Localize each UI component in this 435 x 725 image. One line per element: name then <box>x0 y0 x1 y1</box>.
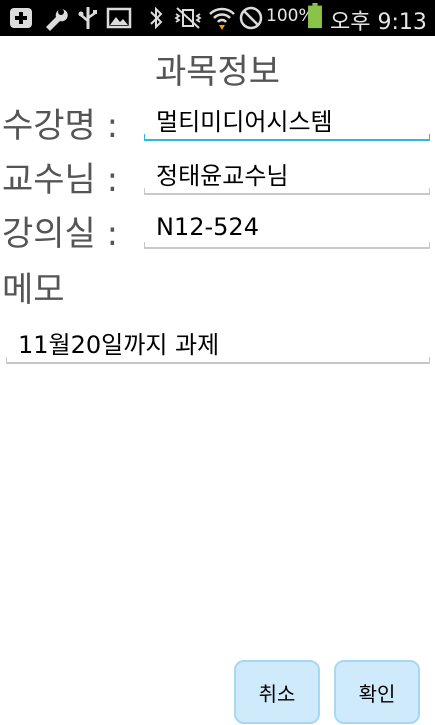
memo-label: 메모 <box>2 270 65 310</box>
professor-label: 교수님 : <box>2 160 119 200</box>
image-icon <box>106 7 132 29</box>
usb-icon <box>78 7 97 29</box>
clock: 오후 9:13 <box>330 10 427 35</box>
field-underline <box>144 242 430 249</box>
memo-field[interactable]: 11월20일까지 과제 <box>6 320 430 364</box>
bluetooth-icon <box>150 6 163 30</box>
ok-button[interactable]: 확인 <box>334 660 420 724</box>
professor-value: 정태윤교수님 <box>156 161 289 190</box>
cancel-button[interactable]: 취소 <box>234 660 320 724</box>
field-underline <box>6 357 430 364</box>
page-title: 과목정보 <box>154 52 281 92</box>
wifi-icon <box>209 7 235 30</box>
no-signal-icon <box>239 6 263 30</box>
room-field[interactable]: N12-524 <box>144 205 430 249</box>
subject-field[interactable]: 멀티미디어시스템 <box>144 97 430 141</box>
room-label: 강의실 : <box>2 214 119 254</box>
subject-label: 수강명 : <box>2 106 119 146</box>
status-bar: 100% 오후 9:13 <box>0 0 435 36</box>
field-underline <box>144 134 430 141</box>
wrench-icon <box>46 9 68 31</box>
vibrate-off-icon <box>174 7 202 29</box>
subject-value: 멀티미디어시스템 <box>156 107 333 136</box>
field-underline <box>144 188 430 195</box>
memo-value: 11월20일까지 과제 <box>18 330 220 359</box>
professor-field[interactable]: 정태윤교수님 <box>144 151 430 195</box>
room-value: N12-524 <box>156 213 259 241</box>
battery-icon <box>308 3 322 29</box>
add-box-icon <box>10 8 32 28</box>
